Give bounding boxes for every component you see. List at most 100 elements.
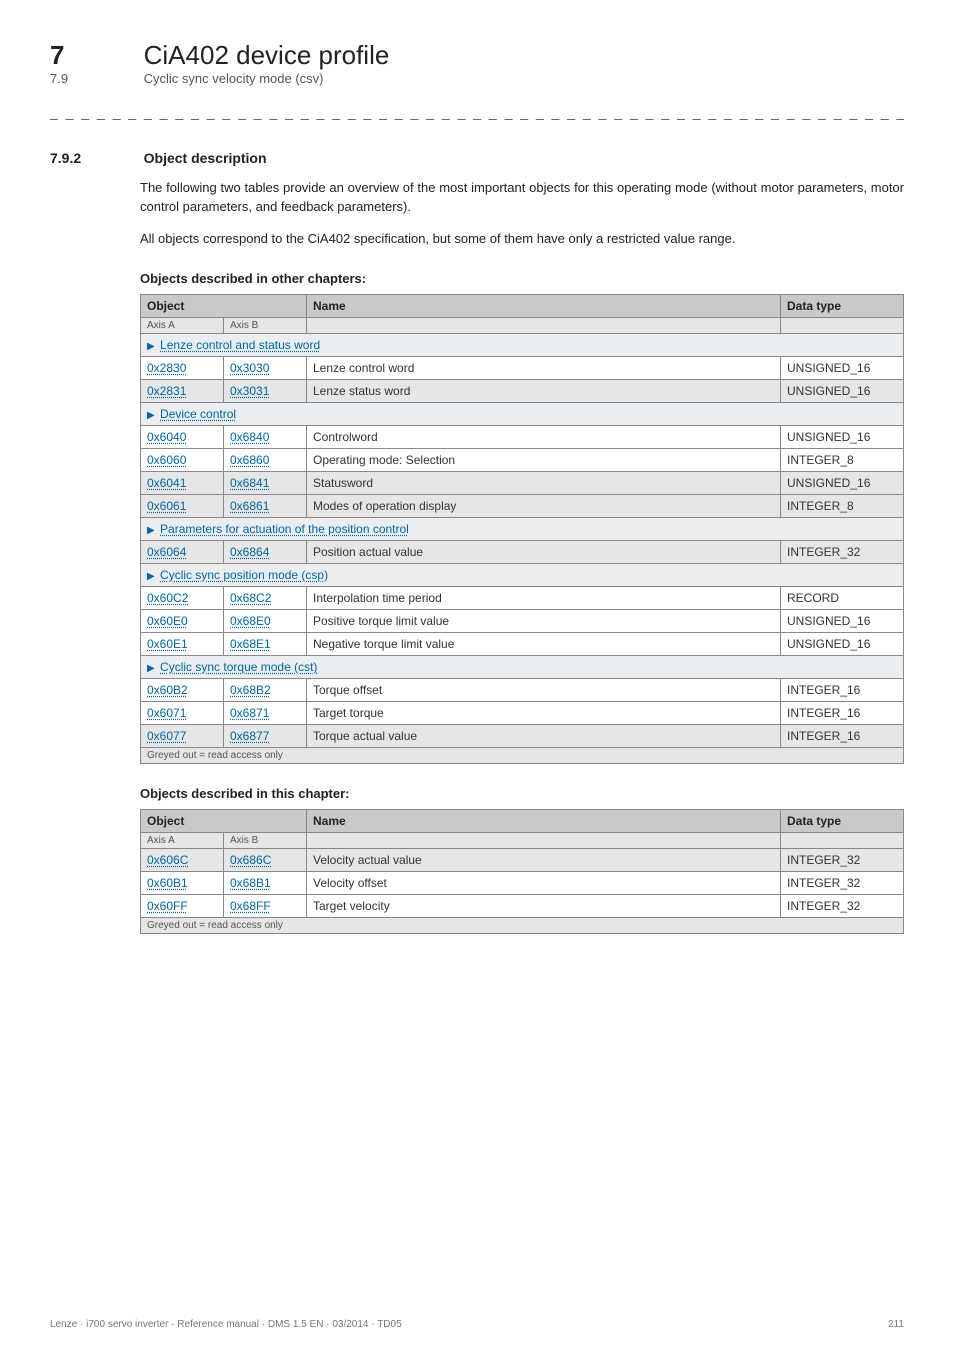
arrow-right-icon: ▶ xyxy=(147,525,155,536)
object-name: Velocity offset xyxy=(307,871,781,894)
col-object: Object xyxy=(141,809,307,832)
table-footnote: Greyed out = read access only xyxy=(141,747,904,763)
group-link[interactable]: Lenze control and status word xyxy=(160,338,320,352)
object-axis-b[interactable]: 0x6840 xyxy=(224,425,307,448)
table-row: 0x60E00x68E0Positive torque limit valueU… xyxy=(141,609,904,632)
object-name: Modes of operation display xyxy=(307,494,781,517)
table-row: 0x28310x3031Lenze status wordUNSIGNED_16 xyxy=(141,379,904,402)
table-row: 0x60410x6841StatuswordUNSIGNED_16 xyxy=(141,471,904,494)
group-row: ▶ Lenze control and status word xyxy=(141,333,904,356)
arrow-right-icon: ▶ xyxy=(147,410,155,421)
table1-caption: Objects described in other chapters: xyxy=(140,271,904,286)
object-axis-b[interactable]: 0x68E1 xyxy=(224,632,307,655)
table-footnote-row: Greyed out = read access only xyxy=(141,917,904,933)
table-row: 0x60710x6871Target torqueINTEGER_16 xyxy=(141,701,904,724)
group-row: ▶ Cyclic sync torque mode (cst) xyxy=(141,655,904,678)
table-subheader-row: Axis A Axis B xyxy=(141,832,904,848)
object-axis-a[interactable]: 0x6040 xyxy=(141,425,224,448)
object-axis-b[interactable]: 0x6871 xyxy=(224,701,307,724)
group-row: ▶ Device control xyxy=(141,402,904,425)
object-type: RECORD xyxy=(781,586,904,609)
axis-a-label: Axis A xyxy=(141,832,224,848)
object-axis-a[interactable]: 0x6071 xyxy=(141,701,224,724)
object-axis-b[interactable]: 0x68C2 xyxy=(224,586,307,609)
object-axis-a[interactable]: 0x2830 xyxy=(141,356,224,379)
table-row: 0x60640x6864Position actual valueINTEGER… xyxy=(141,540,904,563)
paragraph-1: The following two tables provide an over… xyxy=(140,179,904,217)
table-row: 0x60600x6860Operating mode: SelectionINT… xyxy=(141,448,904,471)
arrow-right-icon: ▶ xyxy=(147,341,155,352)
table2-caption: Objects described in this chapter: xyxy=(140,786,904,801)
col-object: Object xyxy=(141,294,307,317)
object-axis-a[interactable]: 0x60E0 xyxy=(141,609,224,632)
object-axis-b[interactable]: 0x6860 xyxy=(224,448,307,471)
section-heading: 7.9.2 Object description xyxy=(50,150,904,166)
object-axis-a[interactable]: 0x6077 xyxy=(141,724,224,747)
axis-b-label: Axis B xyxy=(224,832,307,848)
table-subheader-row: Axis A Axis B xyxy=(141,317,904,333)
object-type: INTEGER_32 xyxy=(781,848,904,871)
top-section-title: Cyclic sync velocity mode (csv) xyxy=(144,71,324,86)
col-name: Name xyxy=(307,809,781,832)
object-type: INTEGER_8 xyxy=(781,494,904,517)
table-row: 0x606C0x686CVelocity actual valueINTEGER… xyxy=(141,848,904,871)
table-row: 0x60FF0x68FFTarget velocityINTEGER_32 xyxy=(141,894,904,917)
table-footnote: Greyed out = read access only xyxy=(141,917,904,933)
object-name: Torque offset xyxy=(307,678,781,701)
object-axis-b[interactable]: 0x686C xyxy=(224,848,307,871)
object-axis-b[interactable]: 0x68E0 xyxy=(224,609,307,632)
object-axis-b[interactable]: 0x6841 xyxy=(224,471,307,494)
object-axis-b[interactable]: 0x68B2 xyxy=(224,678,307,701)
table-row: 0x60400x6840ControlwordUNSIGNED_16 xyxy=(141,425,904,448)
object-axis-b[interactable]: 0x3030 xyxy=(224,356,307,379)
object-axis-b[interactable]: 0x68FF xyxy=(224,894,307,917)
object-axis-a[interactable]: 0x2831 xyxy=(141,379,224,402)
object-type: UNSIGNED_16 xyxy=(781,356,904,379)
object-axis-a[interactable]: 0x60B2 xyxy=(141,678,224,701)
object-axis-a[interactable]: 0x60B1 xyxy=(141,871,224,894)
top-section-number: 7.9 xyxy=(50,71,140,86)
object-type: UNSIGNED_16 xyxy=(781,425,904,448)
arrow-right-icon: ▶ xyxy=(147,663,155,674)
object-axis-a[interactable]: 0x60FF xyxy=(141,894,224,917)
object-axis-b[interactable]: 0x6861 xyxy=(224,494,307,517)
object-axis-a[interactable]: 0x60C2 xyxy=(141,586,224,609)
object-type: UNSIGNED_16 xyxy=(781,632,904,655)
object-axis-a[interactable]: 0x60E1 xyxy=(141,632,224,655)
axis-b-label: Axis B xyxy=(224,317,307,333)
group-link[interactable]: Cyclic sync torque mode (cst) xyxy=(160,660,317,674)
page-header: 7 CiA402 device profile 7.9 Cyclic sync … xyxy=(50,40,904,86)
group-link[interactable]: Parameters for actuation of the position… xyxy=(160,522,409,536)
object-type: INTEGER_32 xyxy=(781,894,904,917)
object-axis-a[interactable]: 0x606C xyxy=(141,848,224,871)
object-axis-a[interactable]: 0x6060 xyxy=(141,448,224,471)
object-axis-a[interactable]: 0x6061 xyxy=(141,494,224,517)
objects-this-chapter-table: Object Name Data type Axis A Axis B 0x60… xyxy=(140,809,904,934)
object-name: Controlword xyxy=(307,425,781,448)
table-row: 0x60B20x68B2Torque offsetINTEGER_16 xyxy=(141,678,904,701)
group-link[interactable]: Device control xyxy=(160,407,236,421)
table-row: 0x60B10x68B1Velocity offsetINTEGER_32 xyxy=(141,871,904,894)
table-row: 0x60E10x68E1Negative torque limit valueU… xyxy=(141,632,904,655)
table-row: 0x60770x6877Torque actual valueINTEGER_1… xyxy=(141,724,904,747)
object-axis-a[interactable]: 0x6041 xyxy=(141,471,224,494)
group-link[interactable]: Cyclic sync position mode (csp) xyxy=(160,568,328,582)
section-number: 7.9.2 xyxy=(50,150,140,166)
object-type: INTEGER_8 xyxy=(781,448,904,471)
object-name: Position actual value xyxy=(307,540,781,563)
object-name: Target torque xyxy=(307,701,781,724)
table-header-row: Object Name Data type xyxy=(141,294,904,317)
object-axis-b[interactable]: 0x6864 xyxy=(224,540,307,563)
footer-page-number: 211 xyxy=(888,1319,904,1330)
object-axis-b[interactable]: 0x6877 xyxy=(224,724,307,747)
col-type: Data type xyxy=(781,294,904,317)
separator-line: _ _ _ _ _ _ _ _ _ _ _ _ _ _ _ _ _ _ _ _ … xyxy=(50,104,904,120)
objects-other-chapters-table: Object Name Data type Axis A Axis B ▶ Le… xyxy=(140,294,904,764)
object-type: INTEGER_32 xyxy=(781,540,904,563)
object-axis-b[interactable]: 0x3031 xyxy=(224,379,307,402)
section-title: Object description xyxy=(144,150,267,166)
object-axis-a[interactable]: 0x6064 xyxy=(141,540,224,563)
arrow-right-icon: ▶ xyxy=(147,571,155,582)
object-name: Negative torque limit value xyxy=(307,632,781,655)
object-axis-b[interactable]: 0x68B1 xyxy=(224,871,307,894)
